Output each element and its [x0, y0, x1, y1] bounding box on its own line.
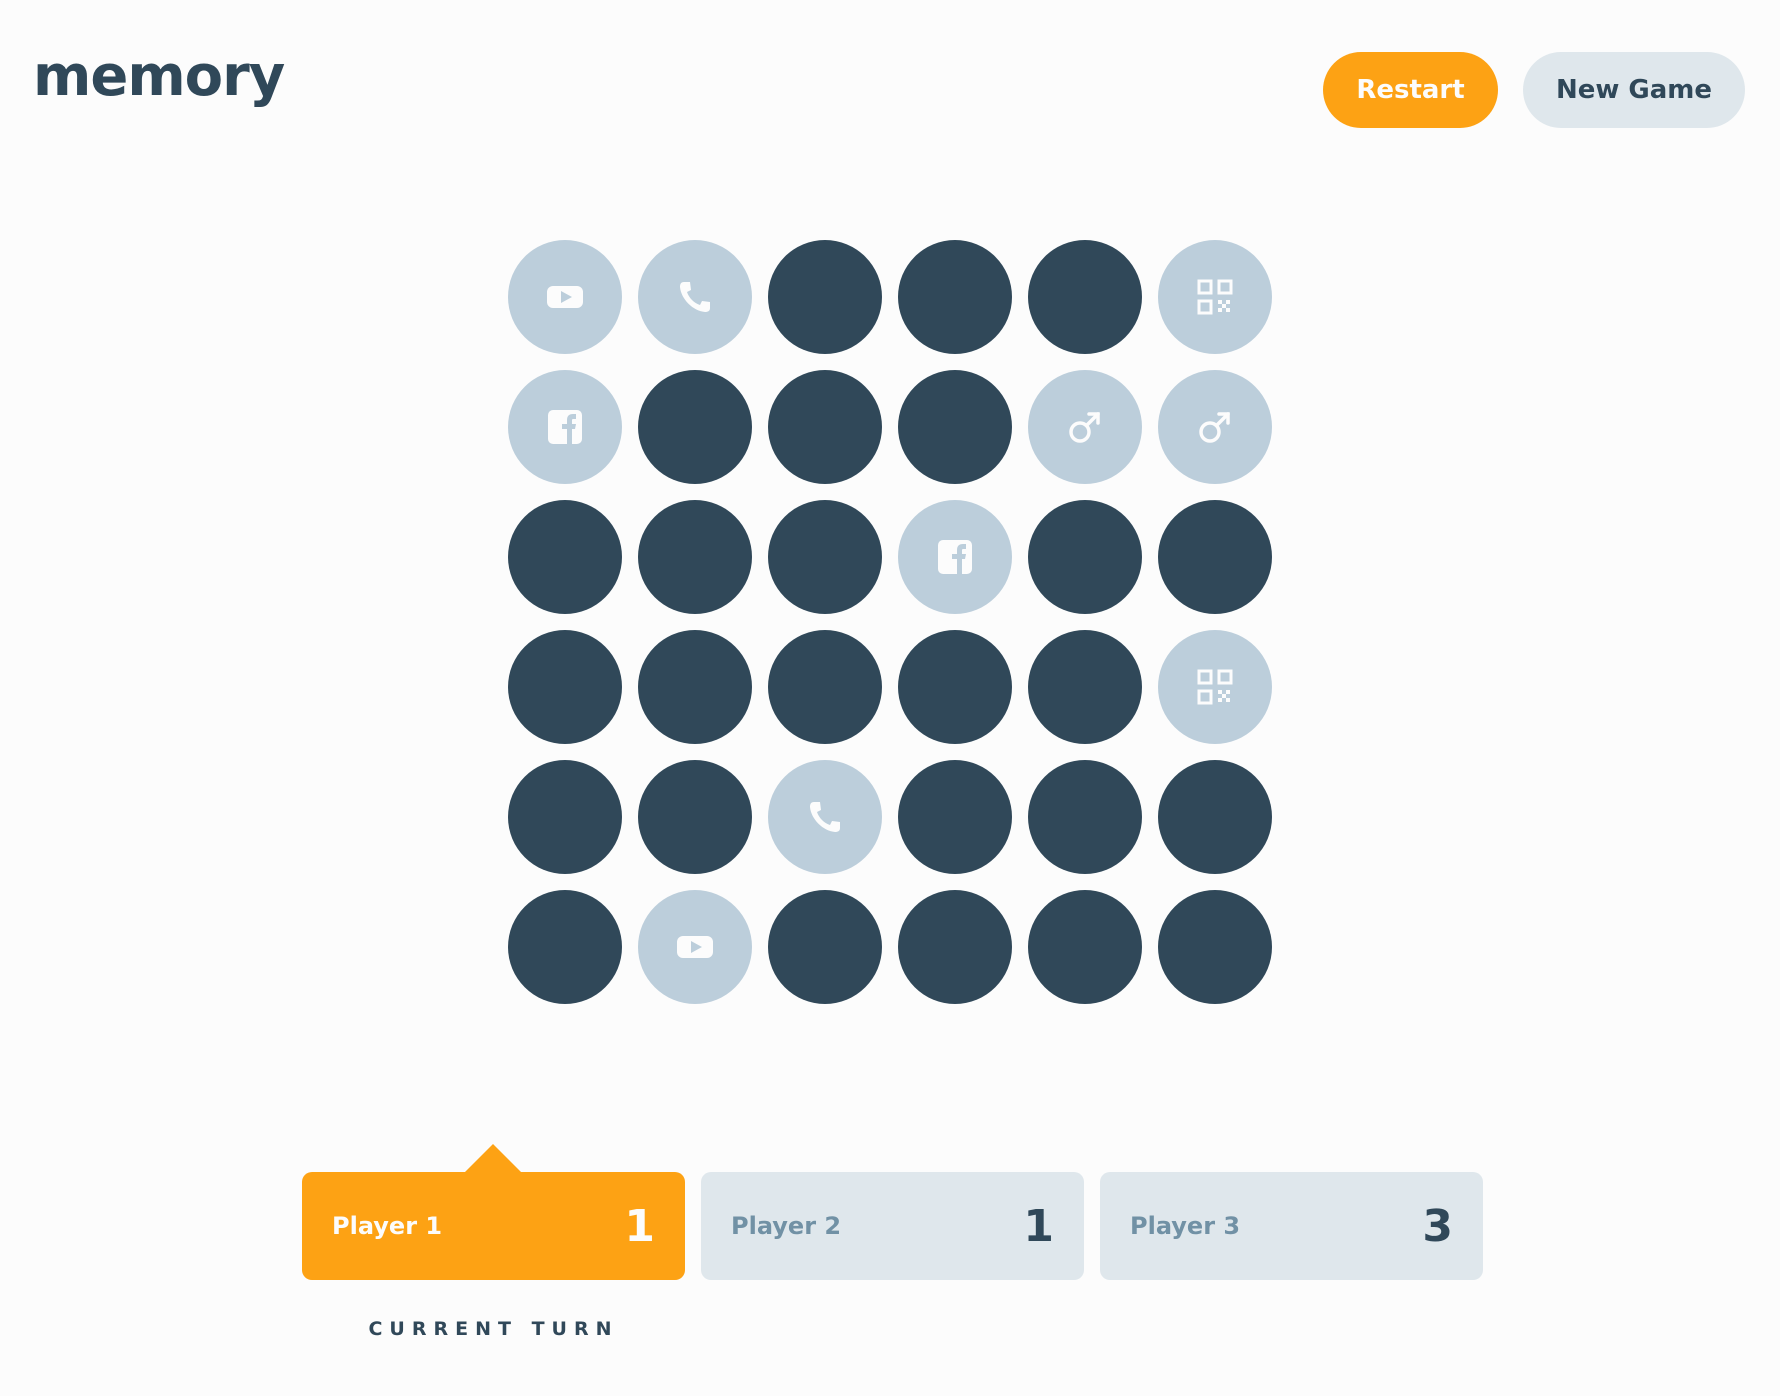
revealed-tile[interactable] — [898, 500, 1012, 614]
revealed-tile[interactable] — [508, 240, 622, 354]
revealed-tile[interactable] — [768, 760, 882, 874]
logo: memory — [33, 44, 285, 109]
hidden-tile[interactable] — [768, 370, 882, 484]
hidden-tile[interactable] — [638, 500, 752, 614]
mars-icon — [1065, 407, 1105, 447]
hidden-tile[interactable] — [1028, 240, 1142, 354]
hidden-tile[interactable] — [638, 370, 752, 484]
qrcode-icon — [1195, 277, 1235, 317]
facebook-icon — [545, 407, 585, 447]
player-score: 3 — [1422, 1200, 1453, 1252]
hidden-tile[interactable] — [898, 370, 1012, 484]
hidden-tile[interactable] — [508, 630, 622, 744]
hidden-tile[interactable] — [768, 500, 882, 614]
player-name: Player 2 — [731, 1212, 842, 1240]
hidden-tile[interactable] — [898, 890, 1012, 1004]
player-score: 1 — [624, 1200, 655, 1252]
revealed-tile[interactable] — [1158, 630, 1272, 744]
new-game-button[interactable]: New Game — [1523, 52, 1745, 128]
current-turn-pointer — [465, 1144, 521, 1172]
hidden-tile[interactable] — [508, 890, 622, 1004]
player-card-2: Player 2 1 — [701, 1172, 1084, 1280]
hidden-tile[interactable] — [1028, 760, 1142, 874]
hidden-tile[interactable] — [768, 630, 882, 744]
hidden-tile[interactable] — [898, 630, 1012, 744]
restart-button[interactable]: Restart — [1323, 52, 1498, 128]
youtube-icon — [545, 277, 585, 317]
game-board — [508, 240, 1274, 1006]
qrcode-icon — [1195, 667, 1235, 707]
hidden-tile[interactable] — [1158, 890, 1272, 1004]
hidden-tile[interactable] — [898, 240, 1012, 354]
hidden-tile[interactable] — [638, 630, 752, 744]
revealed-tile[interactable] — [638, 890, 752, 1004]
youtube-icon — [675, 927, 715, 967]
hidden-tile[interactable] — [768, 240, 882, 354]
player-name: Player 3 — [1130, 1212, 1241, 1240]
hidden-tile[interactable] — [508, 500, 622, 614]
player-scoreboard: Player 1 1 Player 2 1 Player 3 3 — [302, 1144, 1483, 1280]
mars-icon — [1195, 407, 1235, 447]
phone-icon — [805, 797, 845, 837]
revealed-tile[interactable] — [1158, 370, 1272, 484]
hidden-tile[interactable] — [1158, 500, 1272, 614]
hidden-tile[interactable] — [768, 890, 882, 1004]
current-turn-label: CURRENT TURN — [368, 1318, 619, 1340]
hidden-tile[interactable] — [1158, 760, 1272, 874]
player-score: 1 — [1023, 1200, 1054, 1252]
revealed-tile[interactable] — [638, 240, 752, 354]
hidden-tile[interactable] — [638, 760, 752, 874]
player-card-3: Player 3 3 — [1100, 1172, 1483, 1280]
player-name: Player 1 — [332, 1212, 443, 1240]
hidden-tile[interactable] — [898, 760, 1012, 874]
hidden-tile[interactable] — [508, 760, 622, 874]
revealed-tile[interactable] — [1028, 370, 1142, 484]
hidden-tile[interactable] — [1028, 500, 1142, 614]
phone-icon — [675, 277, 715, 317]
revealed-tile[interactable] — [508, 370, 622, 484]
revealed-tile[interactable] — [1158, 240, 1272, 354]
facebook-icon — [935, 537, 975, 577]
player-card-1: Player 1 1 — [302, 1144, 685, 1280]
hidden-tile[interactable] — [1028, 630, 1142, 744]
hidden-tile[interactable] — [1028, 890, 1142, 1004]
